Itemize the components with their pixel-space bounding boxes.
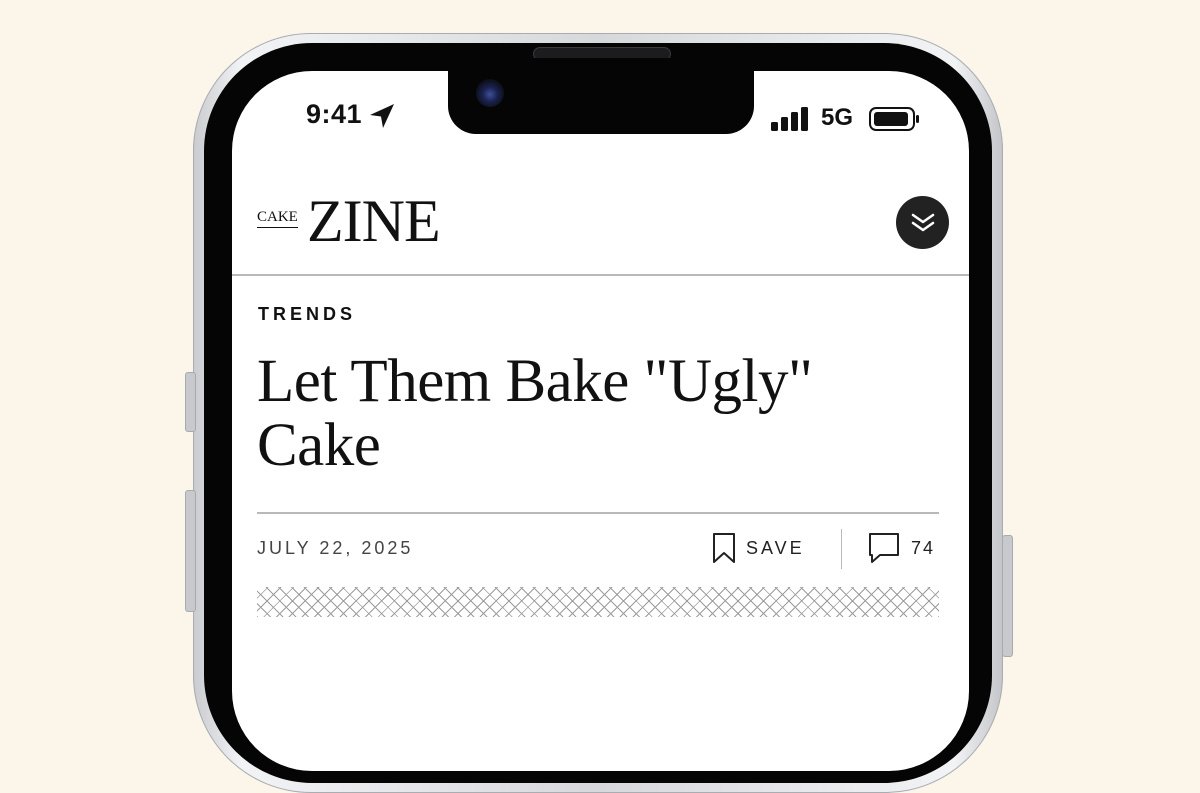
menu-button[interactable] [896, 196, 949, 249]
logo-small-text: CAKE [257, 209, 298, 228]
bookmark-icon[interactable] [712, 532, 736, 564]
header-divider [232, 274, 969, 276]
speech-bubble-icon[interactable] [868, 532, 900, 564]
logo-wordmark[interactable]: ZINE [307, 186, 441, 256]
front-camera [476, 79, 504, 107]
battery-icon [869, 107, 919, 131]
volume-up-button [185, 490, 196, 612]
section-kicker[interactable]: TRENDS [258, 304, 356, 325]
network-type: 5G [821, 104, 854, 131]
double-chevron-down-icon [911, 213, 934, 231]
article-date: JULY 22, 2025 [257, 538, 414, 558]
mute-switch [185, 372, 196, 432]
status-time: 9:41 [306, 99, 363, 129]
article-headline: Let Them Bake "Ugly" Cake [257, 348, 813, 479]
location-arrow-icon [370, 104, 394, 128]
decorative-crosshatch-pattern [257, 587, 939, 617]
comment-count[interactable]: 74 [911, 538, 935, 559]
cellular-signal-icon [771, 107, 808, 131]
save-button-label[interactable]: SAVE [746, 538, 805, 559]
meta-divider [257, 512, 939, 514]
meta-vertical-divider [841, 529, 842, 569]
power-button [1002, 535, 1013, 657]
